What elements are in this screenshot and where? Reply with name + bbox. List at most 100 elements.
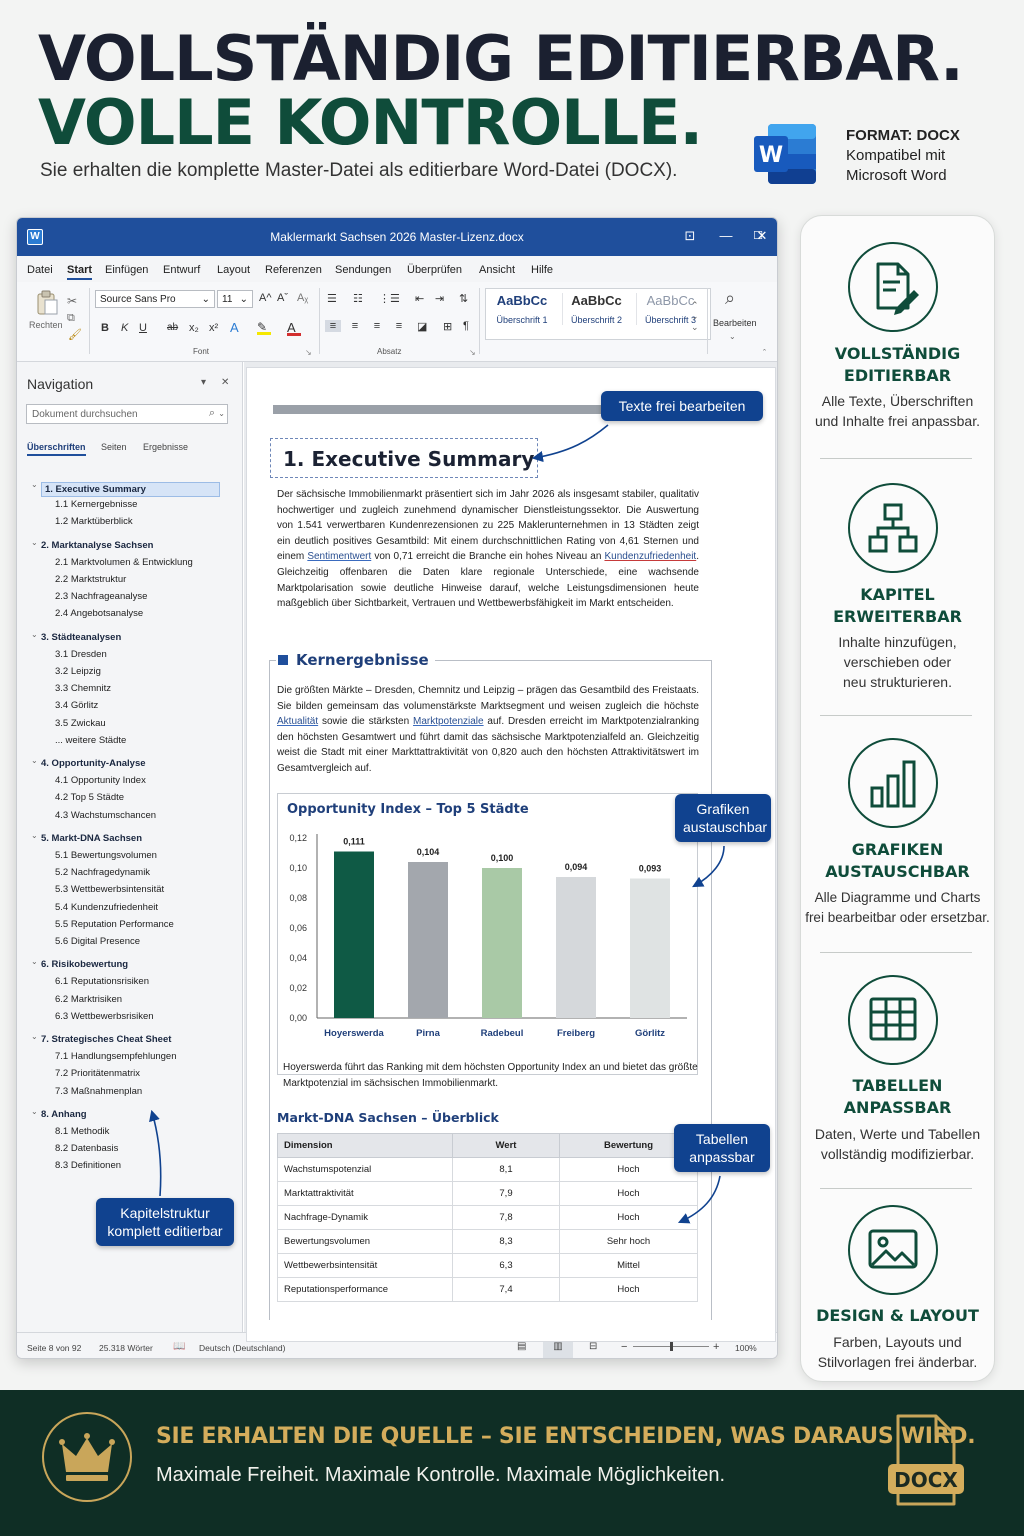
menu-sendungen[interactable]: Sendungen xyxy=(335,264,391,276)
pilcrow-icon[interactable]: ¶ xyxy=(463,320,469,332)
nav-heading-item[interactable]: 6. Risikobewertung xyxy=(41,959,128,970)
cell-value[interactable]: 6,3 xyxy=(452,1253,560,1278)
zoom-level[interactable]: 100% xyxy=(735,1343,757,1353)
chevron-down-icon[interactable]: ⌄ xyxy=(31,1107,38,1116)
shading-icon[interactable]: ◪ xyxy=(417,320,427,333)
nav-heading-item[interactable]: 7. Strategisches Cheat Sheet xyxy=(41,1034,171,1045)
nav-subheading-item[interactable]: 8.3 Definitionen xyxy=(55,1160,121,1171)
cell-rating[interactable]: Hoch xyxy=(559,1277,698,1302)
bullets-icon[interactable]: ☰ xyxy=(327,292,337,305)
table-row[interactable]: Reputationsperformance 7,4 Hoch xyxy=(277,1277,698,1302)
paragraph-dialog-launcher-icon[interactable]: ↘ xyxy=(469,348,476,357)
nav-subheading-item[interactable]: 5.5 Reputation Performance xyxy=(55,919,174,930)
numbering-icon[interactable]: ☷ xyxy=(353,292,363,305)
nav-heading-item[interactable]: 8. Anhang xyxy=(41,1109,87,1120)
ribbon-display-icon[interactable]: ⊡ xyxy=(681,228,699,244)
cell-dimension[interactable]: Bewertungsvolumen xyxy=(277,1229,453,1254)
nav-subheading-item[interactable]: 8.1 Methodik xyxy=(55,1126,109,1137)
executive-summary-paragraph[interactable]: Der sächsische Immobilienmarkt präsentie… xyxy=(277,487,699,612)
nav-options-icon[interactable]: ▾ xyxy=(201,377,206,388)
chart-caption[interactable]: Hoyerswerda führt das Ranking mit dem hö… xyxy=(283,1060,701,1092)
nav-subheading-item[interactable]: 3.3 Chemnitz xyxy=(55,683,111,694)
nav-subheading-item[interactable]: 6.2 Marktrisiken xyxy=(55,994,122,1005)
proofing-icon[interactable]: 📖 xyxy=(173,1341,185,1352)
style-heading-1[interactable]: AaBbCc Überschrift 1 xyxy=(488,293,556,325)
nav-subheading-item[interactable]: 7.2 Prioritätenmatrix xyxy=(55,1068,140,1079)
multilevel-list-icon[interactable]: ⋮☰ xyxy=(379,292,400,305)
opportunity-bar-chart[interactable]: 0,00 0,02 0,04 0,06 0,08 0,10 0,12 0,111 Hoyersw… xyxy=(277,818,698,1046)
nav-tab-results[interactable]: Ergebnisse xyxy=(143,442,188,452)
kernergebnisse-heading[interactable]: Kernergebnisse xyxy=(276,651,435,669)
nav-subheading-item[interactable]: 2.1 Marktvolumen & Entwicklung xyxy=(55,557,193,568)
text-effects-button[interactable]: A xyxy=(230,320,239,335)
paste-label[interactable]: Rechten xyxy=(29,320,63,330)
cell-value[interactable]: 7,8 xyxy=(452,1205,560,1230)
chevron-down-icon[interactable]: ⌄ xyxy=(31,756,38,765)
nav-heading-item[interactable]: 1. Executive Summary xyxy=(41,482,220,497)
zoom-out-button[interactable]: − xyxy=(621,1341,627,1353)
bold-button[interactable]: B xyxy=(101,322,109,334)
menu-referenzen[interactable]: Referenzen xyxy=(265,264,322,276)
subscript-button[interactable]: x₂ xyxy=(189,322,199,334)
menu-start[interactable]: Start xyxy=(67,264,93,280)
cell-dimension[interactable]: Marktattraktivität xyxy=(277,1181,453,1206)
nav-subheading-item[interactable]: 5.1 Bewertungsvolumen xyxy=(55,850,157,861)
align-right-icon[interactable]: ≡ xyxy=(369,320,385,332)
nav-tab-pages[interactable]: Seiten xyxy=(101,442,127,452)
font-dialog-launcher-icon[interactable]: ↘ xyxy=(305,348,312,357)
nav-subheading-item[interactable]: 2.3 Nachfrageanalyse xyxy=(55,591,147,602)
nav-subheading-item[interactable]: 4.3 Wachstumschancen xyxy=(55,810,156,821)
search-icon[interactable]: ⌕ xyxy=(725,288,735,309)
nav-subheading-item[interactable]: 3.5 Zwickau xyxy=(55,718,106,729)
table-title[interactable]: Markt-DNA Sachsen – Überblick xyxy=(277,1110,499,1125)
nav-subheading-item[interactable]: 8.2 Datenbasis xyxy=(55,1143,118,1154)
cell-dimension[interactable]: Wachstumspotenzial xyxy=(277,1157,453,1182)
nav-subheading-item[interactable]: 1.1 Kernergebnisse xyxy=(55,499,137,510)
style-heading-2[interactable]: AaBbCc Überschrift 2 xyxy=(562,293,630,325)
table-row[interactable]: Wettbewerbsintensität 6,3 Mittel xyxy=(277,1253,698,1278)
format-painter-icon[interactable]: 🖌 xyxy=(68,328,82,341)
menu-hilfe[interactable]: Hilfe xyxy=(531,264,553,276)
nav-subheading-item[interactable]: 1.2 Marktüberblick xyxy=(55,516,133,527)
collapse-ribbon-icon[interactable]: ˆ xyxy=(763,348,766,358)
minimize-icon[interactable]: — xyxy=(717,228,735,243)
grow-font-icon[interactable]: A^ xyxy=(259,292,272,304)
nav-subheading-item[interactable]: 2.4 Angebotsanalyse xyxy=(55,608,143,619)
nav-subheading-item[interactable]: 5.2 Nachfragedynamik xyxy=(55,867,150,878)
nav-heading-item[interactable]: 4. Opportunity-Analyse xyxy=(41,758,146,769)
markt-dna-table[interactable]: Dimension Wert Bewertung Wachstumspotenz… xyxy=(277,1133,698,1302)
nav-subheading-item[interactable]: 3.4 Görlitz xyxy=(55,700,98,711)
table-row[interactable]: Wachstumspotenzial 8,1 Hoch xyxy=(277,1157,698,1182)
nav-subheading-item[interactable]: 5.6 Digital Presence xyxy=(55,936,140,947)
italic-button[interactable]: K xyxy=(121,322,128,334)
menu-layout[interactable]: Layout xyxy=(217,264,250,276)
shrink-font-icon[interactable]: Aˇ xyxy=(277,292,288,304)
close-icon[interactable]: ✕ xyxy=(753,228,771,244)
doc-heading[interactable]: 1. Executive Summary xyxy=(283,447,534,471)
nav-subheading-item[interactable]: 5.3 Wettbewerbsintensität xyxy=(55,884,164,895)
superscript-button[interactable]: x² xyxy=(209,322,218,334)
cell-dimension[interactable]: Wettbewerbsintensität xyxy=(277,1253,453,1278)
nav-close-icon[interactable]: ✕ xyxy=(221,377,229,388)
cell-rating[interactable]: Hoch xyxy=(559,1181,698,1206)
clear-format-icon[interactable]: Aᵪ xyxy=(297,292,308,304)
chevron-down-icon[interactable]: ⌄ xyxy=(31,831,38,840)
table-row[interactable]: Bewertungsvolumen 8,3 Sehr hoch xyxy=(277,1229,698,1254)
borders-icon[interactable]: ⊞ xyxy=(443,320,452,333)
cell-value[interactable]: 8,1 xyxy=(452,1157,560,1182)
menu-ansicht[interactable]: Ansicht xyxy=(479,264,515,276)
chevron-down-icon[interactable]: ⌄ xyxy=(31,538,38,547)
menu-einfuegen[interactable]: Einfügen xyxy=(105,264,148,276)
nav-tab-headings[interactable]: Überschriften xyxy=(27,442,86,456)
highlight-icon[interactable]: ✎ xyxy=(257,320,271,335)
strikethrough-button[interactable]: ab xyxy=(167,322,178,333)
increase-indent-icon[interactable]: ⇥ xyxy=(435,292,444,305)
font-color-button[interactable]: A xyxy=(287,320,301,336)
nav-subheading-item[interactable]: 2.2 Marktstruktur xyxy=(55,574,126,585)
nav-subheading-item[interactable]: 3.1 Dresden xyxy=(55,649,107,660)
copy-icon[interactable]: ⧉ xyxy=(67,312,75,325)
read-mode-icon[interactable]: ▤ xyxy=(517,1341,526,1352)
zoom-in-button[interactable]: + xyxy=(713,1341,719,1353)
cell-value[interactable]: 8,3 xyxy=(452,1229,560,1254)
table-row[interactable]: Nachfrage-Dynamik 7,8 Hoch xyxy=(277,1205,698,1230)
